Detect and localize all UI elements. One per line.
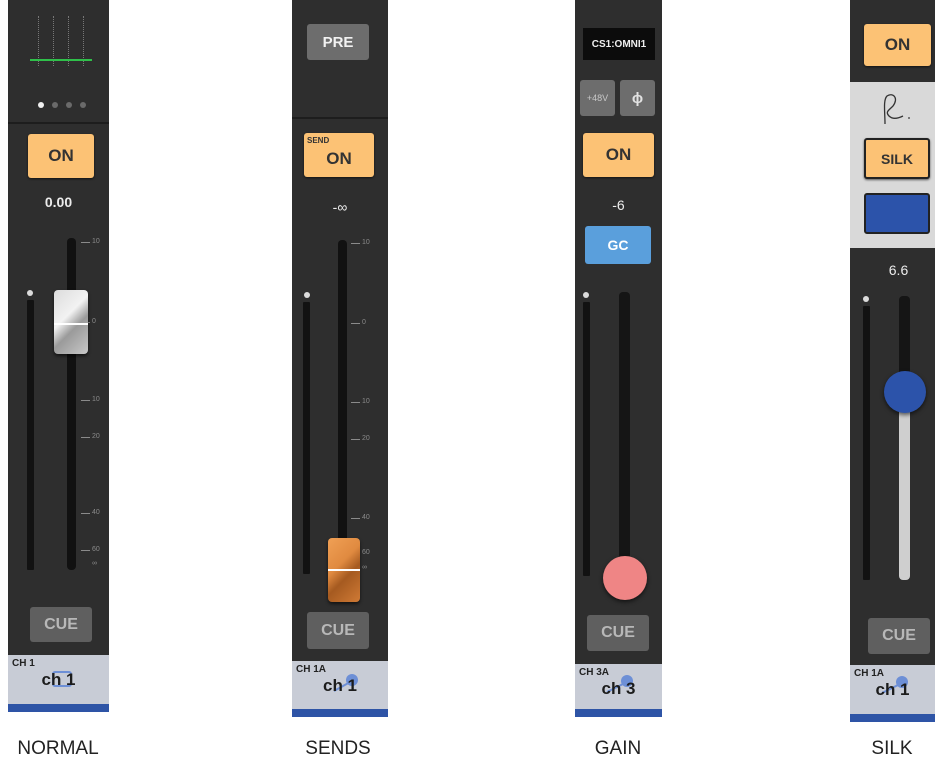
silk-panel: SILK (850, 82, 935, 248)
channel-strip-gain: CS1:OMNI1 +48V ϕ ON -6 GC CUE CH 3A ch 3 (575, 0, 662, 717)
level-meter (27, 300, 34, 570)
scale-label: 10 (92, 396, 100, 403)
page-indicator[interactable] (38, 102, 88, 110)
channel-name-area[interactable]: CH 1A ch 1 (292, 661, 388, 717)
scale-label: 20 (362, 435, 370, 442)
page-dot-active (38, 102, 44, 108)
caption-silk: SILK (871, 738, 913, 759)
channel-name: ch 1 (41, 670, 76, 689)
scale-label: 0 (92, 318, 96, 325)
page-dot (52, 102, 58, 108)
send-level-value: -∞ (332, 199, 348, 215)
scale-label: ∞ (362, 564, 367, 571)
phantom-power-button[interactable]: +48V (580, 80, 615, 116)
meter-peak-dot (583, 292, 589, 298)
fader-track (67, 238, 76, 570)
channel-color-bar (292, 709, 388, 717)
caption-gain: GAIN (594, 738, 642, 759)
channel-color-bar (575, 709, 662, 717)
cue-button[interactable]: CUE (868, 618, 930, 654)
silk-slider-knob[interactable] (884, 371, 926, 413)
signature-icon (883, 94, 910, 125)
send-tag: SEND (307, 136, 330, 145)
scale-label: 0 (362, 319, 366, 326)
scale-label: ∞ (92, 560, 97, 567)
fader-value: 0.00 (44, 194, 73, 210)
scale-label: 60 (362, 549, 370, 556)
level-meter (583, 302, 590, 576)
scale-label: 10 (362, 398, 370, 405)
channel-number: CH 1A (296, 664, 327, 675)
pre-button[interactable]: PRE (307, 24, 369, 60)
channel-name-area[interactable]: CH 3A ch 3 (575, 664, 662, 717)
silk-texture-button[interactable] (864, 193, 930, 234)
scale-label: 40 (92, 509, 100, 516)
caption-normal: NORMAL (17, 738, 99, 759)
eq-curve (30, 59, 92, 61)
silk-slider-track-fill (899, 394, 910, 580)
on-label: ON (326, 149, 352, 168)
fader-track (338, 240, 347, 576)
scale-label: 10 (362, 239, 370, 246)
gain-slider-track (619, 292, 630, 582)
channel-name: ch 1 (322, 676, 358, 695)
silk-button[interactable]: SILK (864, 138, 930, 179)
cue-button[interactable]: CUE (30, 607, 92, 642)
channel-strip-normal: ON 0.00 10 0 10 20 40 60 ∞ CUE CH 1 ch 1 (8, 0, 109, 712)
channel-strip-silk: ON SILK 6.6 CUE CH 1A ch 1 (850, 0, 935, 722)
channel-name: ch 1 (875, 680, 910, 699)
channel-name-area[interactable]: CH 1 ch 1 (8, 655, 109, 712)
gain-value: -6 (612, 197, 625, 213)
meter-peak-dot (304, 292, 310, 298)
silk-value: 6.6 (888, 262, 909, 278)
page-dot (80, 102, 86, 108)
input-patch-display[interactable]: CS1:OMNI1 (583, 28, 655, 60)
cue-button[interactable]: CUE (587, 615, 649, 651)
meter-peak-dot (863, 296, 869, 302)
channel-on-button[interactable]: ON (28, 134, 94, 178)
channel-strip-sends: PRE SEND ON -∞ 10 0 10 20 40 60 ∞ CUE CH… (292, 0, 388, 717)
fader-knob[interactable] (54, 290, 88, 354)
eq-thumbnail[interactable] (30, 16, 92, 66)
channel-on-button[interactable]: ON (583, 133, 654, 177)
cue-button[interactable]: CUE (307, 612, 369, 649)
scale-label: 60 (92, 546, 100, 553)
meter-peak-dot (27, 290, 33, 296)
level-meter (863, 306, 870, 580)
scale-label: 40 (362, 514, 370, 521)
channel-name-area[interactable]: CH 1A ch 1 (850, 665, 935, 722)
channel-number: CH 1 (12, 658, 35, 669)
channel-name: ch 3 (601, 679, 636, 698)
scale-label: 20 (92, 433, 100, 440)
gain-slider-knob[interactable] (603, 556, 647, 600)
send-fader-knob[interactable] (328, 538, 360, 602)
send-on-button[interactable]: SEND ON (304, 133, 374, 177)
caption-sends: SENDS (305, 738, 371, 759)
level-meter (303, 302, 310, 574)
channel-color-bar (8, 704, 109, 712)
scale-label: 10 (92, 238, 100, 245)
channel-on-button[interactable]: ON (864, 24, 931, 66)
page-dot (66, 102, 72, 108)
channel-color-bar (850, 714, 935, 722)
phase-button[interactable]: ϕ (620, 80, 655, 116)
gain-compensation-button[interactable]: GC (585, 226, 651, 264)
